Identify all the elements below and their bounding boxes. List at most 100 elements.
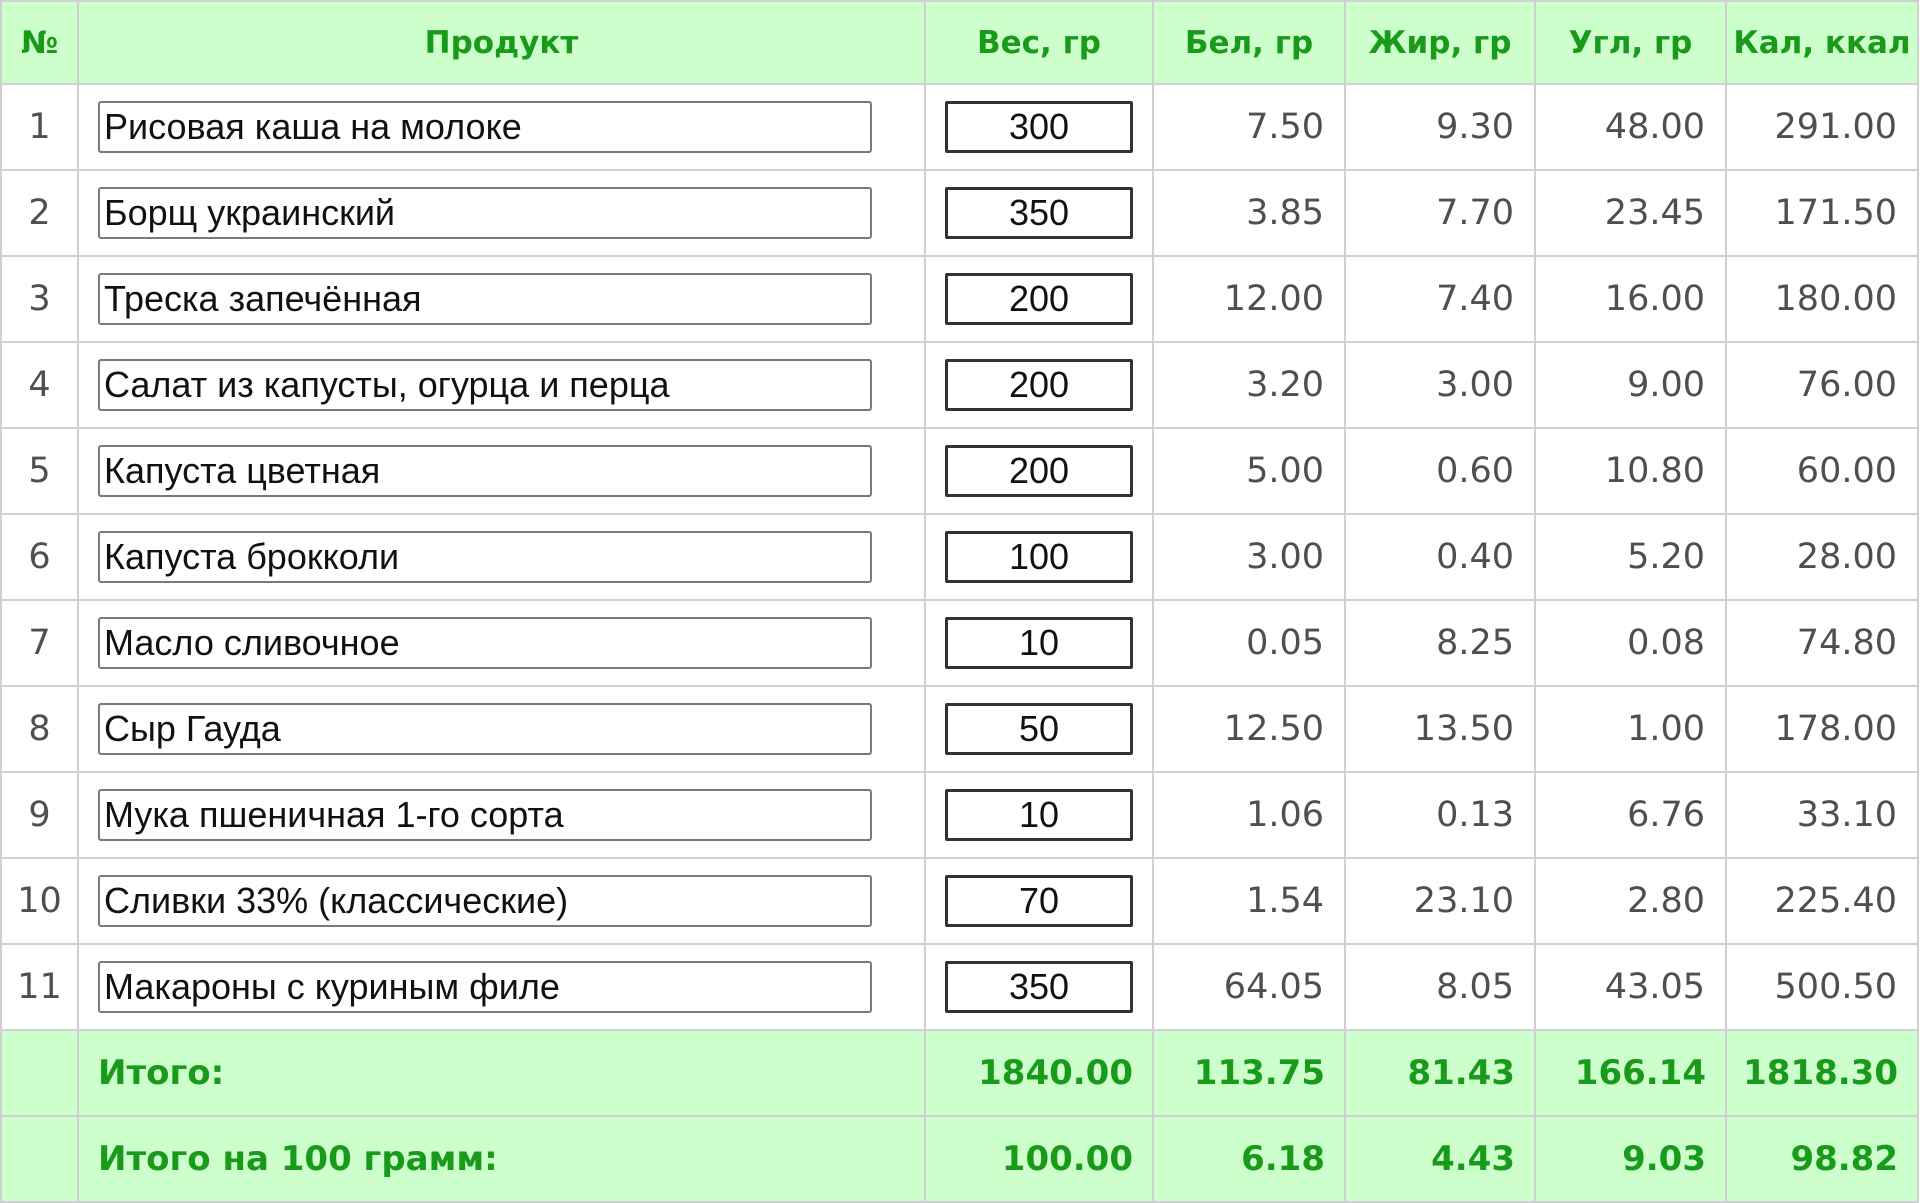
weight-cell [924,169,1154,257]
product-input[interactable] [98,875,872,927]
per100-empty-cell [0,1115,79,1203]
table-header: № Продукт Вес, гр Бел, гр Жир, гр Угл, г… [0,0,1919,85]
protein-cell: 5.00 [1152,427,1346,515]
product-input[interactable] [98,273,872,325]
carbs-cell: 23.45 [1534,169,1727,257]
kcal-cell: 60.00 [1725,427,1919,515]
carbs-cell: 48.00 [1534,83,1727,171]
table-row: 1 7.509.3048.00291.00 [0,83,1919,171]
weight-cell [924,513,1154,601]
protein-cell: 3.20 [1152,341,1346,429]
per100-fat: 4.43 [1344,1115,1536,1203]
weight-input[interactable] [945,617,1133,669]
product-input[interactable] [98,531,872,583]
weight-cell [924,341,1154,429]
row-number: 4 [0,341,79,429]
product-input[interactable] [98,187,872,239]
product-cell [77,685,926,773]
weight-input[interactable] [945,445,1133,497]
row-number: 8 [0,685,79,773]
product-cell [77,83,926,171]
protein-cell: 3.00 [1152,513,1346,601]
carbs-cell: 6.76 [1534,771,1727,859]
totals-protein: 113.75 [1152,1029,1346,1117]
table-footer: Итого: 1840.00 113.75 81.43 166.14 1818.… [0,1029,1919,1203]
weight-cell [924,943,1154,1031]
table-row: 2 3.857.7023.45171.50 [0,169,1919,257]
row-number: 11 [0,943,79,1031]
product-cell [77,513,926,601]
per100-carbs: 9.03 [1534,1115,1727,1203]
kcal-cell: 76.00 [1725,341,1919,429]
carbs-cell: 10.80 [1534,427,1727,515]
fat-cell: 0.40 [1344,513,1536,601]
product-cell [77,255,926,343]
kcal-cell: 171.50 [1725,169,1919,257]
product-input[interactable] [98,789,872,841]
product-input[interactable] [98,359,872,411]
product-input[interactable] [98,445,872,497]
protein-cell: 1.06 [1152,771,1346,859]
carbs-cell: 16.00 [1534,255,1727,343]
table-row: 9 1.060.136.7633.10 [0,771,1919,859]
product-input[interactable] [98,617,872,669]
table-row: 3 12.007.4016.00180.00 [0,255,1919,343]
product-input[interactable] [98,703,872,755]
carbs-cell: 5.20 [1534,513,1727,601]
kcal-cell: 180.00 [1725,255,1919,343]
row-number: 6 [0,513,79,601]
per100-label: Итого на 100 грамм: [77,1115,926,1203]
header-kcal: Кал, ккал [1725,0,1919,85]
header-fat: Жир, гр [1344,0,1536,85]
per100-protein: 6.18 [1152,1115,1346,1203]
protein-cell: 12.00 [1152,255,1346,343]
weight-input[interactable] [945,187,1133,239]
weight-cell [924,83,1154,171]
protein-cell: 12.50 [1152,685,1346,773]
product-cell [77,427,926,515]
carbs-cell: 9.00 [1534,341,1727,429]
weight-input[interactable] [945,961,1133,1013]
weight-input[interactable] [945,703,1133,755]
product-input[interactable] [98,101,872,153]
carbs-cell: 0.08 [1534,599,1727,687]
product-input[interactable] [98,961,872,1013]
table-row: 11 64.058.0543.05500.50 [0,943,1919,1031]
weight-input[interactable] [945,101,1133,153]
fat-cell: 23.10 [1344,857,1536,945]
product-cell [77,599,926,687]
fat-cell: 8.05 [1344,943,1536,1031]
fat-cell: 7.40 [1344,255,1536,343]
weight-input[interactable] [945,875,1133,927]
protein-cell: 3.85 [1152,169,1346,257]
table-row: 4 3.203.009.0076.00 [0,341,1919,429]
header-product: Продукт [77,0,926,85]
weight-cell [924,599,1154,687]
table-row: 8 12.5013.501.00178.00 [0,685,1919,773]
product-cell [77,771,926,859]
weight-input[interactable] [945,273,1133,325]
row-number: 7 [0,599,79,687]
kcal-cell: 500.50 [1725,943,1919,1031]
carbs-cell: 1.00 [1534,685,1727,773]
totals-label: Итого: [77,1029,926,1117]
weight-cell [924,427,1154,515]
header-row: № Продукт Вес, гр Бел, гр Жир, гр Угл, г… [0,0,1919,85]
weight-input[interactable] [945,531,1133,583]
table-row: 10 1.5423.102.80225.40 [0,857,1919,945]
table-row: 5 5.000.6010.8060.00 [0,427,1919,515]
row-number: 1 [0,83,79,171]
protein-cell: 64.05 [1152,943,1346,1031]
per100-weight: 100.00 [924,1115,1154,1203]
product-cell [77,169,926,257]
totals-fat: 81.43 [1344,1029,1536,1117]
product-cell [77,857,926,945]
weight-cell [924,857,1154,945]
totals-weight: 1840.00 [924,1029,1154,1117]
protein-cell: 0.05 [1152,599,1346,687]
fat-cell: 7.70 [1344,169,1536,257]
per100-kcal: 98.82 [1725,1115,1919,1203]
kcal-cell: 291.00 [1725,83,1919,171]
weight-input[interactable] [945,789,1133,841]
weight-input[interactable] [945,359,1133,411]
